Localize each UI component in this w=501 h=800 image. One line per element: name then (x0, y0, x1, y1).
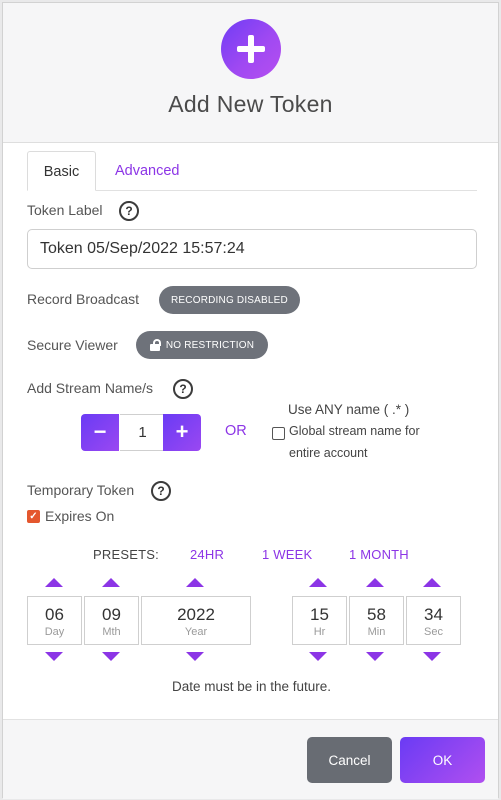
year-unit: Year (184, 626, 208, 638)
decrement-button[interactable]: − (81, 414, 119, 451)
preset-1-week[interactable]: 1 WEEK (262, 547, 312, 562)
stream-names-label: Add Stream Name/s (27, 380, 154, 396)
day-down-arrow-icon[interactable] (45, 652, 63, 661)
record-broadcast-label: Record Broadcast (27, 291, 140, 307)
hour-value: 15 (310, 605, 329, 624)
help-icon[interactable]: ? (151, 481, 171, 501)
second-field[interactable]: 34 Sec (406, 596, 461, 645)
recording-toggle[interactable]: RECORDING DISABLED (159, 286, 300, 314)
global-stream-text: Global stream name for (289, 424, 420, 438)
help-icon[interactable]: ? (173, 379, 193, 399)
minute-up-arrow-icon[interactable] (366, 578, 384, 587)
secure-viewer-status: NO RESTRICTION (165, 339, 255, 351)
year-field[interactable]: 2022 Year (141, 596, 251, 645)
secure-viewer-toggle[interactable]: NO RESTRICTION (136, 331, 268, 359)
secure-viewer-label: Secure Viewer (27, 337, 118, 353)
help-icon[interactable]: ? (119, 201, 139, 221)
year-up-arrow-icon[interactable] (186, 578, 204, 587)
month-down-arrow-icon[interactable] (102, 652, 120, 661)
hour-unit: Hr (313, 626, 326, 638)
day-up-arrow-icon[interactable] (45, 578, 63, 587)
stream-count-input[interactable]: 1 (120, 414, 165, 451)
month-value: 09 (102, 605, 121, 624)
second-unit: Sec (424, 626, 443, 638)
hour-up-arrow-icon[interactable] (309, 578, 327, 587)
minute-down-arrow-icon[interactable] (366, 652, 384, 661)
add-token-modal: Add New Token Basic Advanced Token Label… (2, 2, 499, 799)
modal-header: Add New Token (3, 3, 498, 143)
hour-field[interactable]: 15 Hr (292, 596, 347, 645)
second-down-arrow-icon[interactable] (423, 652, 441, 661)
preset-24hr[interactable]: 24HR (190, 547, 224, 562)
modal-title: Add New Token (168, 91, 333, 117)
token-label-input[interactable]: Token 05/Sep/2022 15:57:24 (27, 229, 477, 269)
or-text: OR (225, 423, 247, 439)
hour-down-arrow-icon[interactable] (309, 652, 327, 661)
day-unit: Day (44, 626, 65, 638)
global-stream-checkbox[interactable] (272, 427, 285, 440)
day-field[interactable]: 06 Day (27, 596, 82, 645)
tab-bar: Basic Advanced (27, 151, 477, 191)
day-value: 06 (45, 605, 64, 624)
expires-on-label: Expires On (45, 508, 115, 524)
global-stream-text-2: entire account (289, 446, 368, 460)
date-validation-message: Date must be in the future. (171, 679, 332, 694)
second-value: 34 (424, 605, 443, 624)
expires-checkbox[interactable]: ✓ (27, 510, 40, 523)
minute-field[interactable]: 58 Min (349, 596, 404, 645)
unlock-icon (149, 339, 161, 351)
increment-button[interactable]: + (163, 414, 201, 451)
ok-button[interactable]: OK (400, 737, 485, 783)
any-name-label: Use ANY name ( .* ) (288, 402, 410, 417)
second-up-arrow-icon[interactable] (423, 578, 441, 587)
token-label-heading: Token Label (27, 202, 103, 218)
temporary-token-label: Temporary Token (27, 482, 135, 498)
tab-basic[interactable]: Basic (27, 151, 96, 191)
plus-icon (221, 19, 281, 79)
cancel-button[interactable]: Cancel (307, 737, 392, 783)
minute-value: 58 (367, 605, 386, 624)
tab-advanced[interactable]: Advanced (99, 151, 196, 191)
year-down-arrow-icon[interactable] (186, 652, 204, 661)
month-field[interactable]: 09 Mth (84, 596, 139, 645)
month-unit: Mth (102, 626, 121, 638)
presets-label: PRESETS: (93, 547, 159, 562)
year-value: 2022 (177, 605, 215, 624)
minute-unit: Min (367, 626, 386, 638)
preset-1-month[interactable]: 1 MONTH (349, 547, 409, 562)
month-up-arrow-icon[interactable] (102, 578, 120, 587)
